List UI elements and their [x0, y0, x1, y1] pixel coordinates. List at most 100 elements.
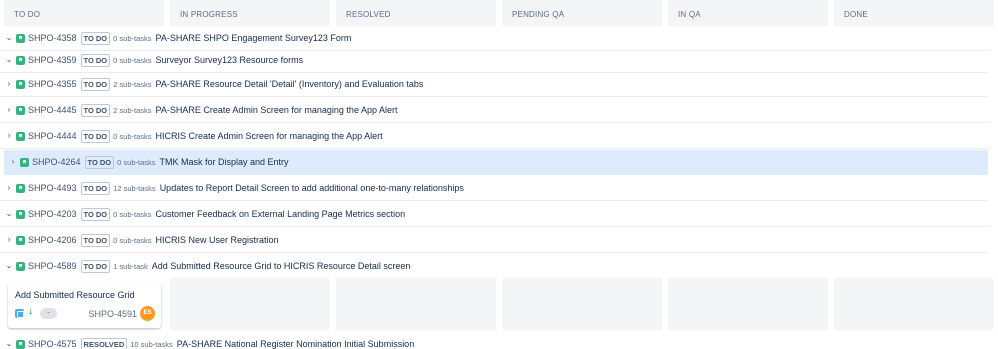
column-cell-in-progress — [170, 278, 330, 330]
row-divider — [0, 252, 988, 253]
swimlane-row[interactable]: › SHPO-4493 TO DO 12 sub-tasks Updates to Re… — [0, 176, 998, 201]
story-icon — [20, 157, 29, 167]
swimlane-header: ⌄ SHPO-4358 TO DO 0 sub-tasks PA-SHARE SHPO … — [4, 30, 351, 46]
issue-summary: PA-SHARE Create Admin Screen for managin… — [155, 105, 398, 115]
swimlane-row[interactable]: ⌄ SHPO-4589 TO DO 1 sub-task Add Submitted R… — [0, 254, 998, 279]
status-badge: TO DO — [80, 207, 111, 221]
chevron-right-icon[interactable]: › — [4, 76, 14, 92]
chevron-down-icon[interactable]: ⌄ — [4, 52, 14, 68]
story-icon — [16, 261, 25, 271]
subtask-count: 10 sub-tasks — [130, 339, 173, 349]
status-badge: TO DO — [80, 103, 111, 117]
row-divider — [0, 148, 988, 149]
issue-key[interactable]: SHPO-4444 — [28, 131, 77, 141]
status-badge: TO DO — [84, 155, 115, 169]
avatar[interactable]: ES — [140, 306, 155, 321]
row-divider — [0, 200, 988, 201]
swimlane-row[interactable]: › SHPO-4445 TO DO 2 sub-tasks PA-SHARE Creat… — [0, 98, 998, 123]
chevron-right-icon[interactable]: › — [8, 154, 18, 170]
issue-summary: HICRIS Create Admin Screen for managing … — [155, 131, 383, 141]
swimlane-header: ⌄ SHPO-4203 TO DO 0 sub-tasks Customer Feedb… — [4, 206, 405, 222]
status-badge: TO DO — [80, 181, 111, 195]
chevron-down-icon[interactable]: ⌄ — [4, 336, 14, 349]
swimlane-row[interactable]: › SHPO-4355 TO DO 2 sub-tasks PA-SHARE Resou… — [0, 72, 998, 97]
swimlane-header: › SHPO-4264 TO DO 0 sub-tasks TMK Mask for D… — [8, 154, 289, 170]
swimlane-header: ⌄ SHPO-4359 TO DO 0 sub-tasks Surveyor Surve… — [4, 52, 303, 68]
subtask-count: 12 sub-tasks — [113, 183, 156, 193]
story-icon — [16, 105, 25, 115]
issue-key[interactable]: SHPO-4445 — [28, 105, 77, 115]
swimlane-row[interactable]: › SHPO-4444 TO DO 0 sub-tasks HICRIS Create … — [0, 124, 998, 149]
issue-key[interactable]: SHPO-4203 — [28, 209, 77, 219]
issue-summary: TMK Mask for Display and Entry — [159, 157, 289, 167]
subtask-count: 0 sub-tasks — [117, 157, 156, 167]
column-header-to-do: TO DO — [4, 0, 164, 26]
swimlane-header: › SHPO-4206 TO DO 0 sub-tasks HICRIS New Use… — [4, 232, 279, 248]
status-badge: TO DO — [80, 129, 111, 143]
estimate-badge: - — [40, 308, 57, 319]
story-icon — [16, 33, 25, 43]
subtask-count: 2 sub-tasks — [113, 105, 152, 115]
subtask-count: 1 sub-task — [113, 261, 148, 271]
status-badge: TO DO — [80, 31, 111, 45]
row-divider — [0, 96, 988, 97]
status-badge: TO DO — [80, 53, 111, 67]
issue-summary: Surveyor Survey123 Resource forms — [155, 55, 304, 65]
chevron-down-icon[interactable]: ⌄ — [4, 30, 14, 46]
issue-key[interactable]: SHPO-4589 — [28, 261, 77, 271]
swimlane-row[interactable]: ⌄ SHPO-4203 TO DO 0 sub-tasks Customer Feedb… — [0, 202, 998, 227]
column-header-resolved: RESOLVED — [336, 0, 496, 26]
chevron-right-icon[interactable]: › — [4, 232, 14, 248]
column-cell-in-qa — [668, 278, 828, 330]
subtask-count: 0 sub-tasks — [113, 55, 152, 65]
issue-summary: HICRIS New User Registration — [155, 235, 279, 245]
swimlane-row[interactable]: ⌄ SHPO-4359 TO DO 0 sub-tasks Surveyor Surve… — [0, 48, 998, 73]
issue-key[interactable]: SHPO-4358 — [28, 33, 77, 43]
chevron-right-icon[interactable]: › — [4, 180, 14, 196]
issue-key[interactable]: SHPO-4355 — [28, 79, 77, 89]
swimlane-row[interactable]: › SHPO-4264 TO DO 0 sub-tasks TMK Mask for D… — [4, 150, 988, 175]
swimlane-row[interactable]: › SHPO-4206 TO DO 0 sub-tasks HICRIS New Use… — [0, 228, 998, 253]
row-divider — [0, 226, 988, 227]
chevron-right-icon[interactable]: › — [4, 102, 14, 118]
swimlane-row[interactable]: ⌄ SHPO-4575 RESOLVED 10 sub-tasks PA-SHARE N… — [0, 332, 998, 349]
column-cell-resolved — [336, 278, 496, 330]
status-badge: RESOLVED — [80, 337, 128, 349]
chevron-down-icon[interactable]: ⌄ — [4, 206, 14, 222]
arrow-down-icon: ↓ — [28, 306, 33, 317]
card-title: Add Submitted Resource Grid — [15, 290, 135, 300]
subtask-count: 0 sub-tasks — [113, 33, 152, 43]
issue-key[interactable]: SHPO-4493 — [28, 183, 77, 193]
issue-summary: PA-SHARE SHPO Engagement Survey123 Form — [155, 33, 352, 43]
issue-key[interactable]: SHPO-4206 — [28, 235, 77, 245]
column-headers: TO DO IN PROGRESS RESOLVED PENDING QA IN… — [0, 0, 998, 26]
column-header-in-qa: IN QA — [668, 0, 828, 26]
issue-summary: Add Submitted Resource Grid to HICRIS Re… — [151, 261, 411, 271]
subtask-icon — [15, 309, 24, 318]
subtask-count: 0 sub-tasks — [113, 131, 152, 141]
status-badge: TO DO — [80, 233, 111, 247]
story-icon — [16, 79, 25, 89]
card-key[interactable]: SHPO-4591 — [88, 309, 137, 319]
issue-card[interactable]: Add Submitted Resource Grid ↓ - SHPO-459… — [8, 283, 161, 328]
issue-summary: Updates to Report Detail Screen to add a… — [159, 183, 464, 193]
chevron-right-icon[interactable]: › — [4, 128, 14, 144]
row-divider — [0, 122, 988, 123]
chevron-down-icon[interactable]: ⌄ — [4, 258, 14, 274]
column-header-in-progress: IN PROGRESS — [170, 0, 330, 26]
column-header-pending-qa: PENDING QA — [502, 0, 662, 26]
swimlane-header: ⌄ SHPO-4589 TO DO 1 sub-task Add Submitted R… — [4, 258, 410, 274]
swimlane-header: › SHPO-4445 TO DO 2 sub-tasks PA-SHARE Creat… — [4, 102, 397, 118]
column-cell-pending-qa — [502, 278, 662, 330]
issue-key[interactable]: SHPO-4359 — [28, 55, 77, 65]
story-icon — [16, 183, 25, 193]
swimlane-header: › SHPO-4444 TO DO 0 sub-tasks HICRIS Create … — [4, 128, 383, 144]
subtask-count: 0 sub-tasks — [113, 209, 152, 219]
subtask-count: 2 sub-tasks — [113, 79, 152, 89]
issue-key[interactable]: SHPO-4575 — [28, 339, 77, 349]
issue-summary: PA-SHARE Resource Detail 'Detail' (Inven… — [155, 79, 424, 89]
column-header-done: DONE — [834, 0, 994, 26]
swimlane-header: ⌄ SHPO-4575 RESOLVED 10 sub-tasks PA-SHARE N… — [4, 336, 414, 349]
issue-key[interactable]: SHPO-4264 — [32, 157, 81, 167]
subtask-count: 0 sub-tasks — [113, 235, 152, 245]
